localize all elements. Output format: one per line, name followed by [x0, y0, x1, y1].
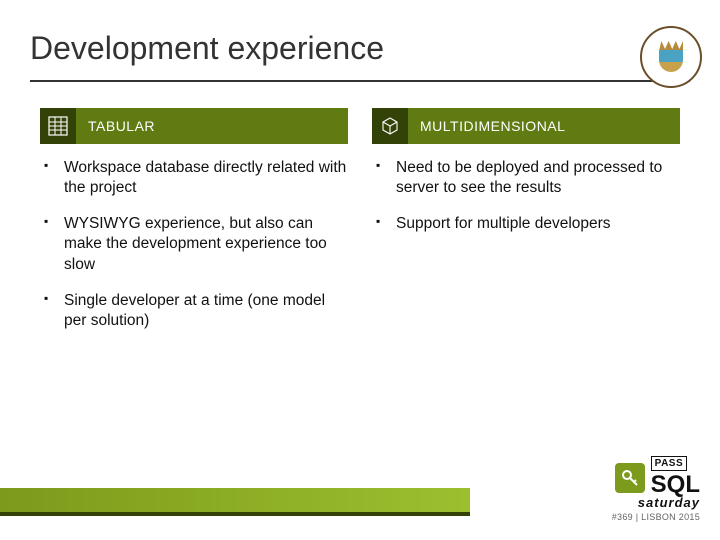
multidimensional-heading-band: MULTIDIMENSIONAL	[372, 108, 680, 144]
shield-icon	[659, 50, 683, 72]
footer-green-bar	[0, 488, 470, 512]
cube-icon	[372, 108, 408, 144]
header-crest-logo	[640, 26, 702, 88]
footer-brand-logo: PASS SQL saturday #369 | LISBON 2015	[540, 456, 700, 522]
column-tabular: TABULAR Workspace database directly rela…	[40, 108, 348, 347]
pass-badge: PASS	[651, 456, 688, 471]
list-item: WYSIWYG experience, but also can make th…	[40, 214, 348, 274]
saturday-wordmark: saturday	[540, 495, 700, 510]
multidimensional-bullets: Need to be deployed and processed to ser…	[372, 158, 680, 234]
title-underline	[30, 80, 690, 82]
footer-dark-line	[0, 512, 470, 516]
spreadsheet-icon	[40, 108, 76, 144]
list-item: Workspace database directly related with…	[40, 158, 348, 198]
multidimensional-heading-label: MULTIDIMENSIONAL	[420, 118, 565, 134]
tabular-heading-label: TABULAR	[88, 118, 155, 134]
key-icon	[615, 463, 645, 493]
page-title: Development experience	[30, 30, 384, 67]
column-multidimensional: MULTIDIMENSIONAL Need to be deployed and…	[372, 108, 680, 347]
list-item: Need to be deployed and processed to ser…	[372, 158, 680, 198]
list-item: Support for multiple developers	[372, 214, 680, 234]
event-label: #369 | LISBON 2015	[540, 512, 700, 522]
tabular-heading-band: TABULAR	[40, 108, 348, 144]
list-item: Single developer at a time (one model pe…	[40, 291, 348, 331]
tabular-bullets: Workspace database directly related with…	[40, 158, 348, 331]
